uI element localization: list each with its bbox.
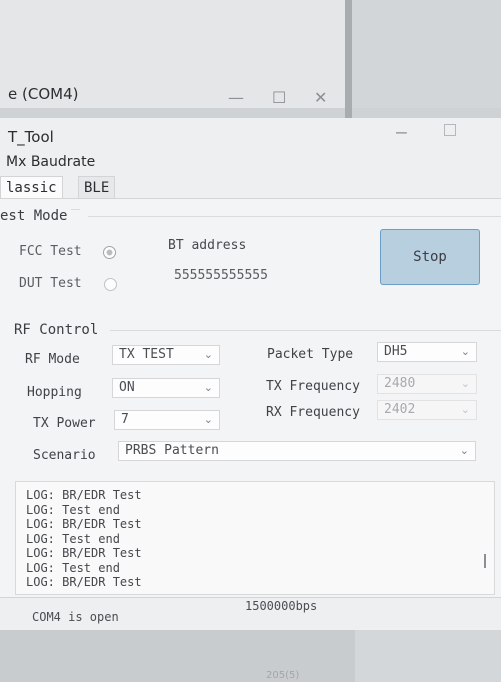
chevron-down-icon: ⌄ <box>460 345 470 358</box>
rx-frequency-select[interactable]: 2402 ⌄ <box>377 400 477 420</box>
background-minimize-button[interactable]: — <box>228 88 244 107</box>
fcc-test-label: FCC Test <box>19 244 82 259</box>
maximize-button[interactable] <box>444 124 456 136</box>
background-pane-right <box>352 0 501 108</box>
rf-mode-value: TX TEST <box>119 347 174 362</box>
log-output[interactable]: LOG: BR/EDR Test LOG: Test end LOG: BR/E… <box>15 481 495 595</box>
scenario-label: Scenario <box>33 448 96 463</box>
status-baudrate: 1500000bps <box>245 599 318 613</box>
tx-power-select[interactable]: 7 ⌄ <box>114 410 220 430</box>
menu-items[interactable]: Mx Baudrate <box>6 154 95 170</box>
window-title: T_Tool <box>8 128 54 146</box>
minimize-button[interactable]: — <box>396 122 407 143</box>
test-mode-group-line-right <box>88 216 501 217</box>
background-window: e (COM4) — ☐ ✕ <box>0 0 501 130</box>
hopping-value: ON <box>119 380 135 395</box>
bottom-faint-text: 205(5) <box>266 670 300 681</box>
log-line: LOG: BR/EDR Test <box>26 488 142 502</box>
background-divider <box>345 0 352 130</box>
packet-type-select[interactable]: DH5 ⌄ <box>377 342 477 362</box>
scenario-value: PRBS Pattern <box>125 443 219 458</box>
rf-control-title: RF Control <box>14 322 103 338</box>
taskbar-area-right <box>355 630 501 682</box>
rx-frequency-value: 2402 <box>384 402 416 417</box>
chevron-down-icon: ⌄ <box>460 377 470 390</box>
log-line: LOG: BR/EDR Test <box>26 575 142 589</box>
dut-test-radio[interactable] <box>104 278 117 291</box>
background-close-button[interactable]: ✕ <box>314 88 327 107</box>
log-line: LOG: Test end <box>26 502 120 517</box>
log-line: LOG: Test end <box>26 531 120 546</box>
dut-test-label: DUT Test <box>19 276 82 291</box>
status-port: COM4 is open <box>32 610 119 624</box>
chevron-down-icon: ⌄ <box>459 444 469 457</box>
background-window-title: e (COM4) <box>8 85 79 103</box>
background-window-controls: — ☐ ✕ <box>224 88 342 114</box>
bt-address-value: 555555555555 <box>174 268 268 283</box>
log-line: LOG: BR/EDR Test <box>26 517 142 531</box>
rx-frequency-label: RX Frequency <box>266 405 360 420</box>
tx-frequency-value: 2480 <box>384 376 416 391</box>
tx-frequency-select[interactable]: 2480 ⌄ <box>377 374 477 394</box>
tx-power-label: TX Power <box>33 416 96 431</box>
hopping-select[interactable]: ON ⌄ <box>112 378 220 398</box>
tx-power-value: 7 <box>121 412 129 427</box>
chevron-down-icon: ⌄ <box>460 403 470 416</box>
log-scrollbar[interactable] <box>484 554 486 568</box>
menu-bar: Mx Baudrate <box>0 154 501 174</box>
bt-address-label: BT address <box>168 238 247 253</box>
tab-classic[interactable]: lassic <box>0 176 63 199</box>
rf-control-group-line <box>110 330 501 331</box>
fcc-test-radio[interactable] <box>103 246 116 259</box>
hopping-label: Hopping <box>27 385 82 400</box>
tab-ble[interactable]: BLE <box>78 176 116 199</box>
title-bar: T_Tool — <box>0 118 501 154</box>
packet-type-label: Packet Type <box>267 347 354 362</box>
scenario-select[interactable]: PRBS Pattern ⌄ <box>118 441 476 461</box>
status-bar: COM4 is open 1500000bps <box>0 597 501 628</box>
background-maximize-button[interactable]: ☐ <box>272 88 286 107</box>
chevron-down-icon: ⌄ <box>203 381 213 394</box>
rf-mode-select[interactable]: TX TEST ⌄ <box>112 345 220 365</box>
log-line: LOG: Test end <box>26 560 120 575</box>
log-lines: LOG: BR/EDR Test LOG: Test end LOG: BR/E… <box>26 488 142 590</box>
chevron-down-icon: ⌄ <box>203 413 213 426</box>
packet-type-value: DH5 <box>384 344 408 359</box>
stop-button[interactable]: Stop <box>380 229 480 285</box>
tx-frequency-label: TX Frequency <box>266 379 360 394</box>
rf-mode-label: RF Mode <box>25 352 80 367</box>
chevron-down-icon: ⌄ <box>203 348 213 361</box>
log-line: LOG: BR/EDR Test <box>26 546 142 560</box>
test-mode-title: est Mode <box>0 208 72 224</box>
